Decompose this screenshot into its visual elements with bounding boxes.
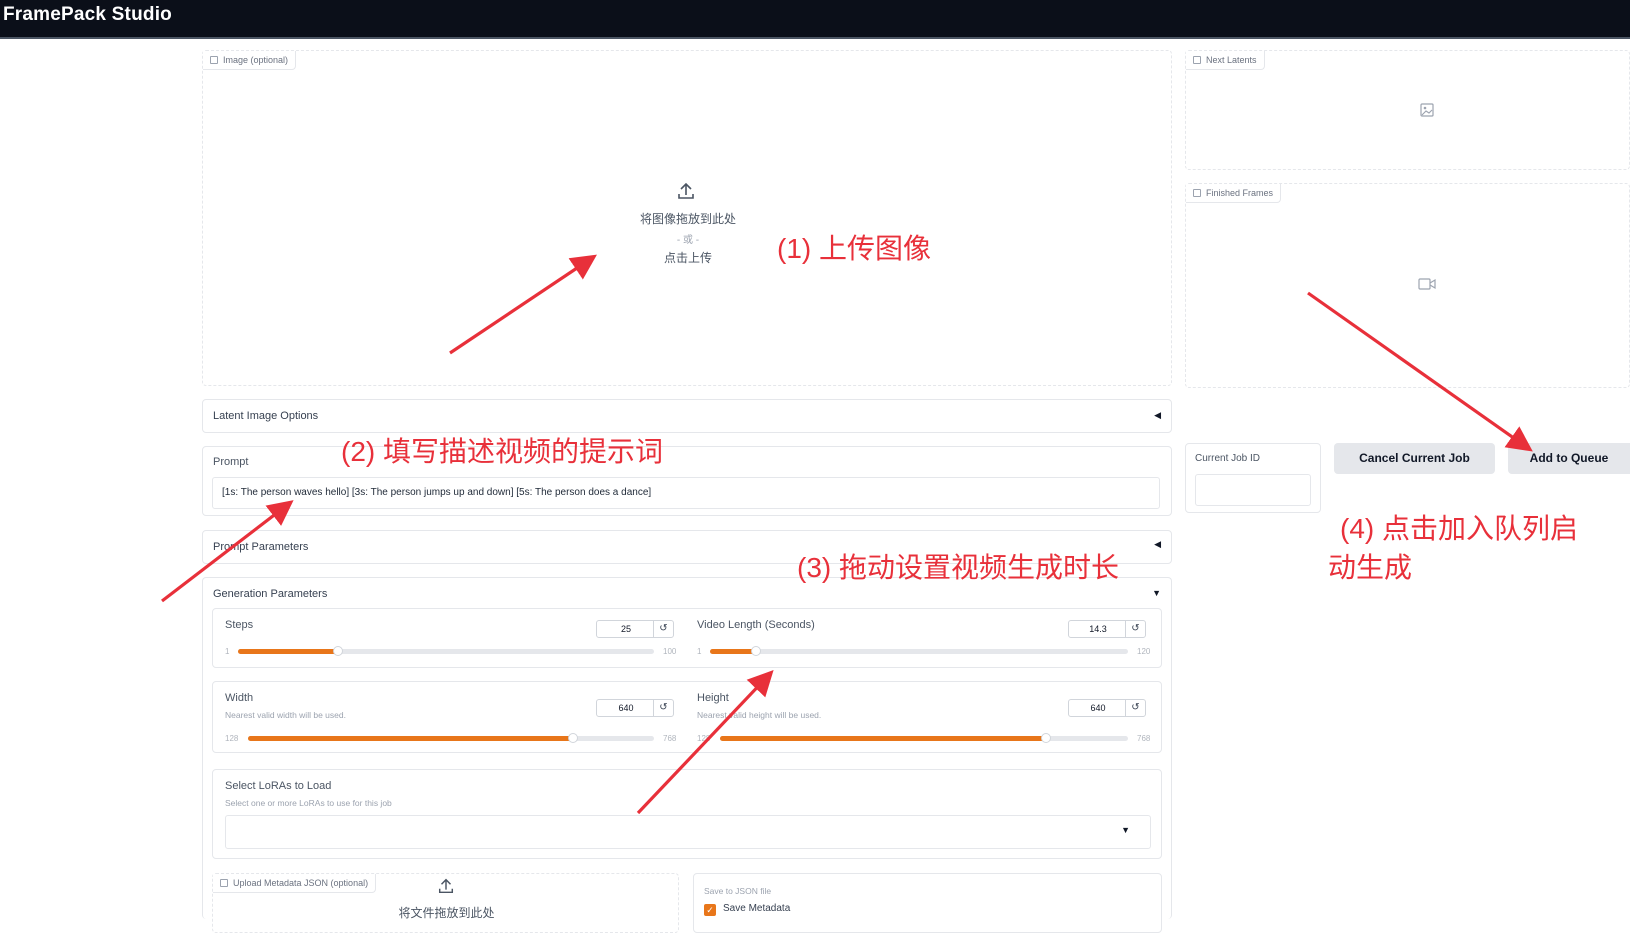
arrow-step3: [636, 670, 774, 815]
arrow-step4: [1307, 291, 1533, 452]
arrow-step2: [161, 500, 294, 603]
annotation-arrows: [161, 254, 1533, 815]
arrow-step1: [449, 254, 597, 355]
